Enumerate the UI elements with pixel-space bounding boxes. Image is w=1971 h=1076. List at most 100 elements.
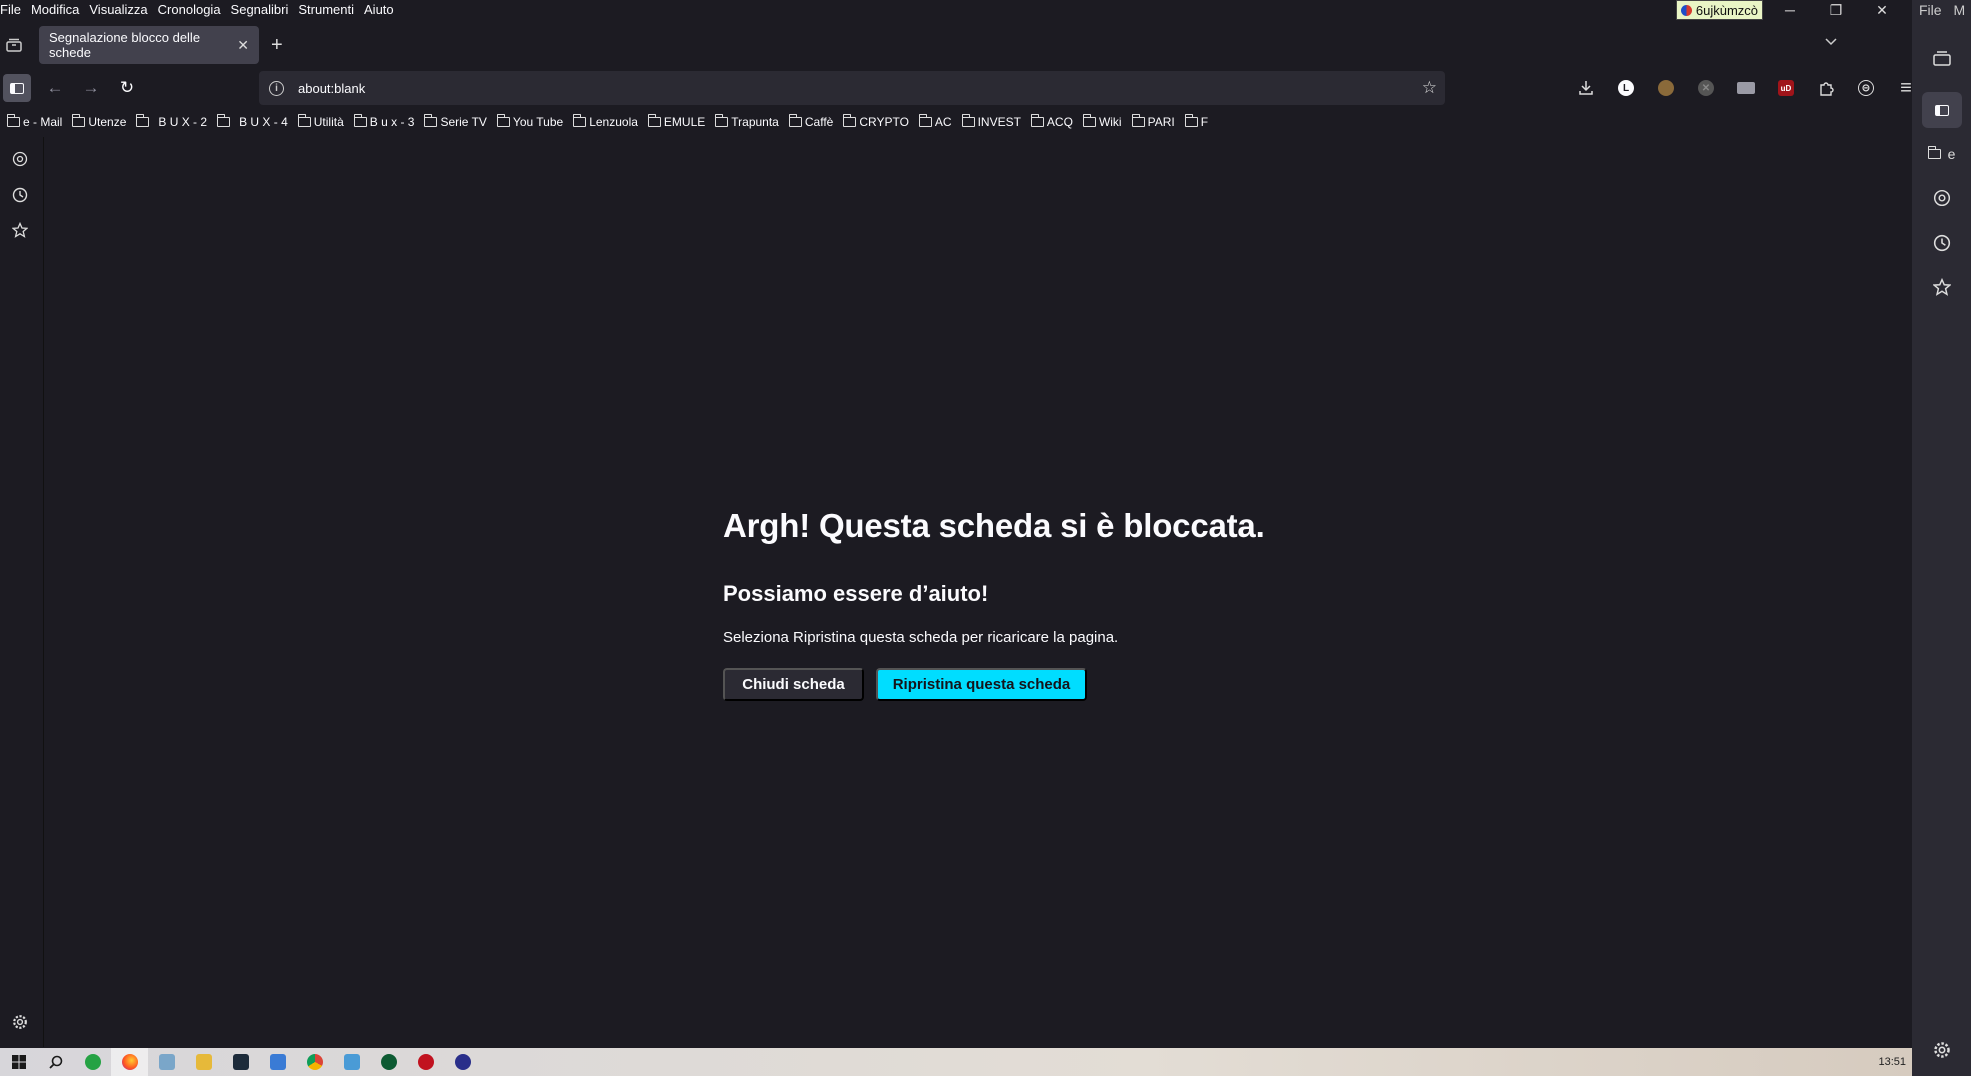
bookmark-folder[interactable]: Serie TV <box>424 114 487 129</box>
app-icon-dark[interactable] <box>222 1048 259 1076</box>
chrome-icon[interactable] <box>296 1048 333 1076</box>
folder-icon <box>918 114 932 127</box>
crash-actions: Chiudi scheda Ripristina questa scheda <box>723 668 1283 701</box>
bookmark-folder[interactable]: CRYPTO <box>843 114 909 129</box>
right-menu-file[interactable]: File <box>1919 2 1942 18</box>
app-icon-network[interactable] <box>333 1048 370 1076</box>
bookmark-folder[interactable]: B U X - 2 <box>136 114 207 129</box>
folder-icon <box>843 114 857 127</box>
whatsapp-icon[interactable] <box>74 1048 111 1076</box>
app-icon-red[interactable] <box>407 1048 444 1076</box>
url-bar[interactable]: i about:blank ☆ <box>259 71 1445 105</box>
folder-icon <box>647 114 661 127</box>
bookmark-folder[interactable]: Utilità <box>297 114 344 129</box>
extension-stack-icon[interactable] <box>1726 74 1766 102</box>
bookmark-folder[interactable]: e - Mail <box>7 114 62 129</box>
folder-icon <box>715 114 729 127</box>
bookmark-folder[interactable]: B U X - 4 <box>217 114 288 129</box>
os-taskbar: 13:51 <box>0 1048 1912 1076</box>
right-menu: File M <box>1919 2 1965 18</box>
tab-content: Argh! Questa scheda si è bloccata. Possi… <box>45 137 1912 1047</box>
history-clock-icon[interactable] <box>11 186 29 204</box>
bookmark-folder[interactable]: INVEST <box>961 114 1021 129</box>
right-chatbot-icon[interactable] <box>1912 178 1971 218</box>
folder-icon <box>72 114 86 127</box>
extension-l-label: L <box>1618 80 1634 96</box>
app-icon-green[interactable] <box>370 1048 407 1076</box>
folder-icon <box>573 114 587 127</box>
nav-toolbar: ← → ↻ i about:blank ☆ L ✕ uD ⊝ ≡ <box>0 70 1912 106</box>
bookmark-star-icon[interactable]: ☆ <box>1422 78 1437 98</box>
app-icon-globe[interactable] <box>148 1048 185 1076</box>
right-star-icon[interactable] <box>1912 267 1971 307</box>
folder-icon <box>788 114 802 127</box>
bookmark-folder[interactable]: ACQ <box>1030 114 1073 129</box>
menu-file[interactable]: File <box>0 2 27 17</box>
ublock-icon[interactable]: uD <box>1766 74 1806 102</box>
back-button[interactable]: ← <box>41 74 69 102</box>
tab-list-chevron-icon[interactable] <box>1824 34 1838 50</box>
chatbot-icon[interactable] <box>11 150 29 168</box>
file-explorer-icon[interactable] <box>185 1048 222 1076</box>
downloads-icon[interactable] <box>1566 74 1606 102</box>
account-icon[interactable]: ⊝ <box>1846 74 1886 102</box>
bookmark-folder[interactable]: PARI <box>1131 114 1175 129</box>
close-tab-button[interactable]: Chiudi scheda <box>723 668 864 701</box>
right-tabs-icon[interactable] <box>1912 38 1971 78</box>
info-icon[interactable]: i <box>269 80 284 96</box>
right-history-clock-icon[interactable] <box>1912 223 1971 263</box>
menu-visualizza[interactable]: Visualizza <box>89 2 153 17</box>
tab-groups-icon[interactable] <box>1 32 27 58</box>
crash-subtitle: Possiamo essere d’aiuto! <box>723 581 989 606</box>
search-icon[interactable] <box>37 1048 74 1076</box>
restore-button[interactable]: ❐ <box>1813 0 1859 20</box>
new-tab-button[interactable]: + <box>271 34 283 57</box>
bookmark-folder[interactable]: EMULE <box>647 114 705 129</box>
firefox-icon[interactable] <box>111 1048 148 1076</box>
bookmark-folder[interactable]: Wiki <box>1082 114 1122 129</box>
extensions-puzzle-icon[interactable] <box>1806 74 1846 102</box>
start-button[interactable] <box>0 1048 37 1076</box>
bookmark-folder[interactable]: AC <box>918 114 952 129</box>
folder-icon <box>961 114 975 127</box>
app-icon-blue[interactable] <box>259 1048 296 1076</box>
app-icon-purple[interactable] <box>444 1048 481 1076</box>
bookmark-folder[interactable]: Lenzuola <box>573 114 638 129</box>
folder-icon <box>7 114 20 127</box>
profile-badge[interactable]: 6ujkùmzcò <box>1675 0 1763 20</box>
ublock-label: uD <box>1778 80 1794 96</box>
bookmark-folder[interactable]: B u x - 3 <box>353 114 414 129</box>
bookmark-folder[interactable]: Caffè <box>788 114 833 129</box>
restore-tab-button[interactable]: Ripristina questa scheda <box>876 668 1087 701</box>
extension-cookie-icon[interactable] <box>1646 74 1686 102</box>
close-window-button[interactable]: ✕ <box>1859 0 1905 20</box>
bookmark-folder[interactable]: Utenze <box>72 114 126 129</box>
extension-l-icon[interactable]: L <box>1606 74 1646 102</box>
close-tab-icon[interactable]: ✕ <box>237 37 249 54</box>
menu-segnalibri[interactable]: Segnalibri <box>231 2 295 17</box>
right-folder-item[interactable]: e <box>1912 134 1971 174</box>
bookmark-folder[interactable]: Trapunta <box>715 114 779 129</box>
folder-icon <box>297 114 311 127</box>
right-sidebar-toggle[interactable] <box>1912 90 1971 130</box>
toolbar-right: L ✕ uD ⊝ ≡ <box>1566 74 1926 102</box>
sidebar-toggle-button[interactable] <box>3 74 31 102</box>
menu-aiuto[interactable]: Aiuto <box>364 2 400 17</box>
url-text[interactable]: about:blank <box>298 81 365 96</box>
menu-modifica[interactable]: Modifica <box>31 2 85 17</box>
tab-active[interactable]: Segnalazione blocco delle schede ✕ <box>39 26 259 64</box>
menu-strumenti[interactable]: Strumenti <box>298 2 360 17</box>
right-menu-m[interactable]: M <box>1953 2 1965 18</box>
bookmarks-star-icon[interactable] <box>11 221 29 239</box>
menu-cronologia[interactable]: Cronologia <box>158 2 227 17</box>
forward-button[interactable]: → <box>77 74 105 102</box>
right-settings-gear-icon[interactable] <box>1912 1030 1971 1070</box>
bookmark-folder[interactable]: You Tube <box>496 114 563 129</box>
bookmark-folder[interactable]: F <box>1184 114 1208 129</box>
reload-button[interactable]: ↻ <box>113 74 141 102</box>
extension-disabled-icon[interactable]: ✕ <box>1686 74 1726 102</box>
settings-gear-icon[interactable] <box>11 1013 29 1031</box>
folder-icon <box>496 114 510 127</box>
minimize-button[interactable]: ─ <box>1767 0 1813 20</box>
profile-icon <box>1680 4 1692 16</box>
